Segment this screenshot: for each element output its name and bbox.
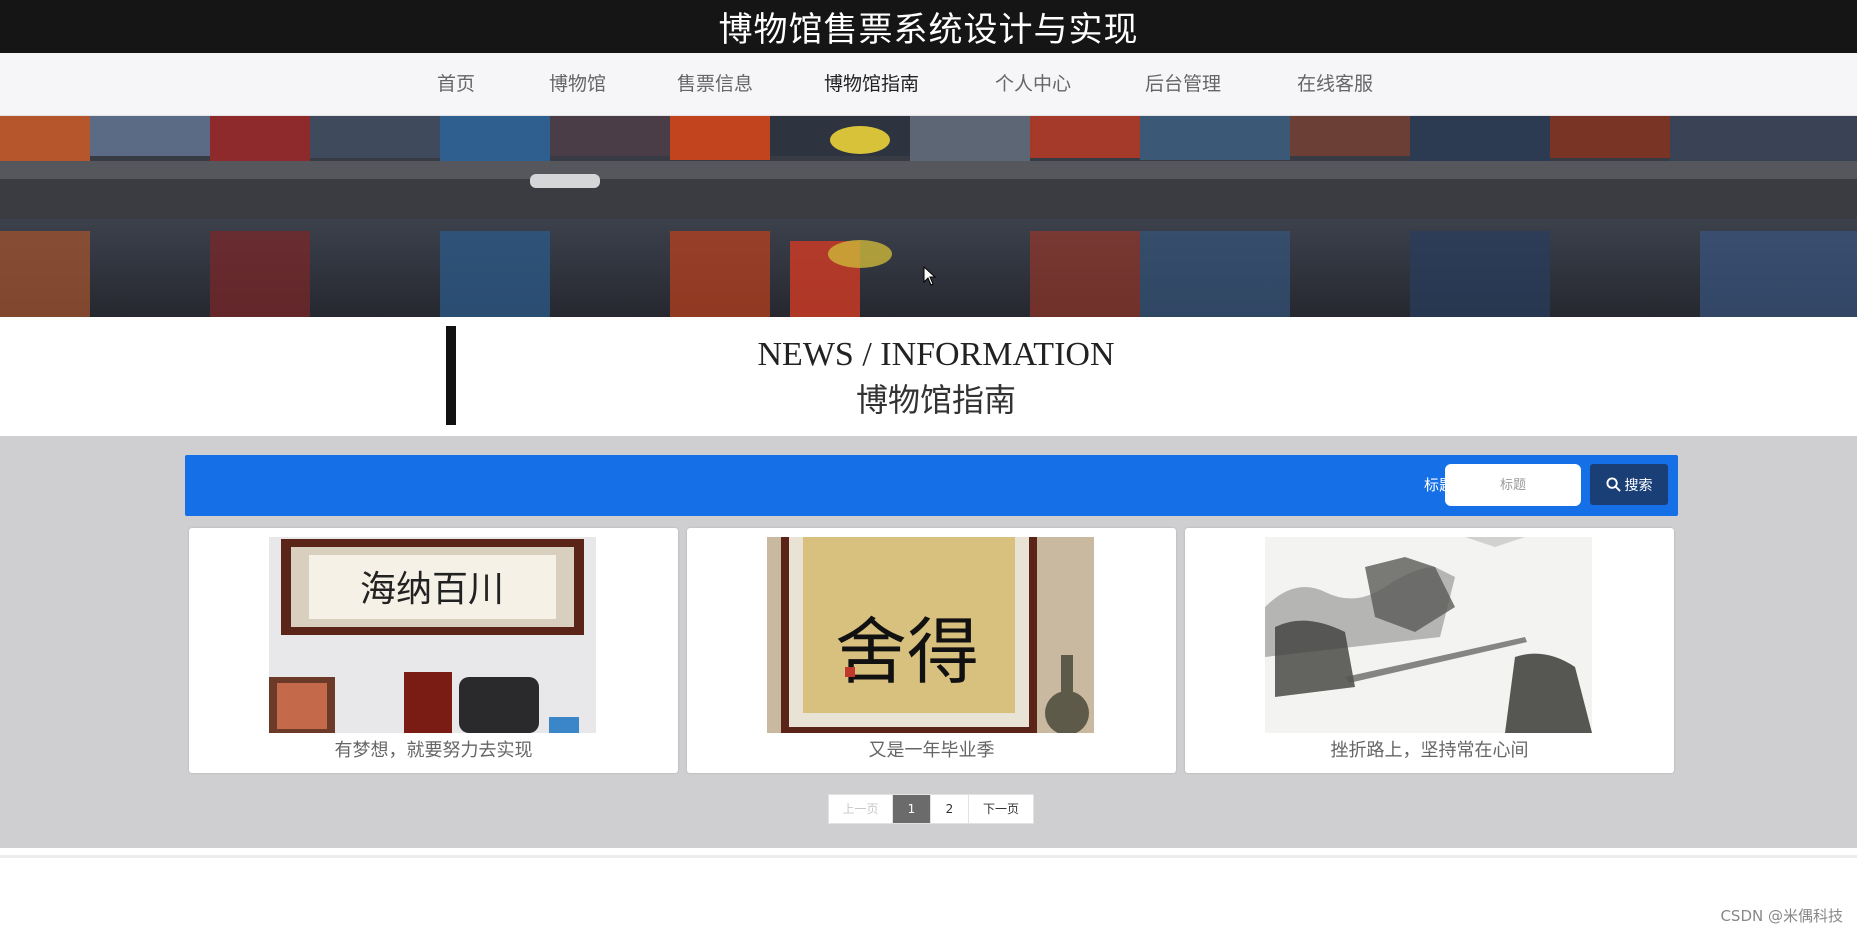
nav-item-museum[interactable]: 博物馆 (549, 53, 606, 116)
banner-carousel[interactable]: ‹ (0, 116, 1857, 317)
chevron-right-icon[interactable]: ‹ (1839, 306, 1853, 317)
card[interactable]: 海纳百川 有梦想，就要努力去实现 (189, 528, 678, 773)
pagination-next[interactable]: 下一页 (969, 795, 1033, 823)
search-button-label: 搜索 (1624, 477, 1653, 494)
card[interactable]: 挫折路上，坚持常在心间 (1185, 528, 1674, 773)
pagination-page-2[interactable]: 2 (931, 795, 969, 823)
card-title: 又是一年毕业季 (868, 740, 995, 761)
site-title: 博物馆售票系统设计与实现 (718, 10, 1139, 50)
nav-item-home[interactable]: 首页 (437, 53, 475, 116)
card-title: 挫折路上，坚持常在心间 (1330, 740, 1529, 761)
search-button[interactable]: 搜索 (1590, 464, 1668, 505)
nav-item-ticket-info[interactable]: 售票信息 (677, 53, 753, 116)
main-nav: 首页 博物馆 售票信息 博物馆指南 个人中心 后台管理 在线客服 (0, 53, 1857, 116)
calligraphy-text: 舍得 (835, 610, 979, 694)
watermark: CSDN @米偶科技 (1720, 907, 1843, 925)
card-image: 舍得 (767, 537, 1094, 733)
top-bar: 博物馆售票系统设计与实现 (0, 0, 1857, 53)
section-title-cn: 博物馆指南 (855, 381, 1016, 419)
search-input[interactable] (1445, 464, 1581, 506)
nav-item-personal-center[interactable]: 个人中心 (995, 53, 1071, 116)
card-title: 有梦想，就要努力去实现 (334, 740, 533, 761)
card-image: 海纳百川 (269, 537, 596, 733)
footer-divider (0, 855, 1857, 858)
card[interactable]: 舍得 又是一年毕业季 (687, 528, 1176, 773)
nav-item-online-service[interactable]: 在线客服 (1297, 53, 1373, 116)
banner-image (0, 116, 1857, 317)
content-area: 标题 搜索 海纳百川 (0, 436, 1857, 848)
search-icon (1605, 477, 1621, 492)
calligraphy-text: 海纳百川 (360, 569, 504, 610)
nav-item-admin[interactable]: 后台管理 (1145, 53, 1221, 116)
card-image (1265, 537, 1592, 733)
search-bar: 标题 搜索 (185, 455, 1678, 516)
pagination: 上一页 1 2 下一页 (828, 794, 1034, 824)
section-title-en: NEWS / INFORMATION (757, 336, 1115, 373)
section-heading: NEWS / INFORMATION 博物馆指南 (0, 317, 1857, 436)
pagination-prev[interactable]: 上一页 (829, 795, 893, 823)
pagination-page-1[interactable]: 1 (893, 795, 931, 823)
nav-item-museum-guide[interactable]: 博物馆指南 (824, 53, 919, 116)
mouse-cursor-icon (923, 266, 937, 286)
